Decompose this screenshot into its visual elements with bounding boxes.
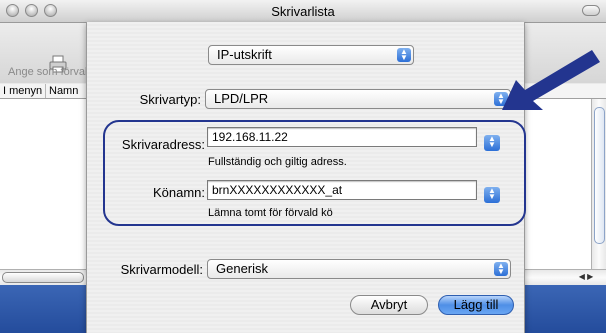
printer-model-popup[interactable]: Generisk ▲ ▼ [207,259,511,279]
title-bar: Skrivarlista [0,0,606,23]
connection-type-value: IP-utskrift [217,47,272,62]
stepper-icon: ▲ ▼ [397,48,411,62]
callout-arrow-icon [502,50,600,110]
printer-type-label: Skrivartyp: [139,92,201,107]
horizontal-scroll-thumb[interactable] [2,272,84,283]
add-button[interactable]: Lägg till [438,295,514,315]
window-title: Skrivarlista [271,4,335,19]
cancel-button[interactable]: Avbryt [350,295,428,315]
stepper-icon: ▲ ▼ [494,262,508,276]
connection-type-popup[interactable]: IP-utskrift ▲ ▼ [208,45,414,65]
column-header-name[interactable]: Namn [46,84,90,98]
scroll-arrow-buttons[interactable]: ◀ ▶ [566,269,606,284]
address-callout-outline [103,120,526,226]
printer-type-popup[interactable]: LPD/LPR ▲ ▼ [205,89,511,109]
printer-type-value: LPD/LPR [214,91,269,106]
vertical-scrollbar[interactable] [591,99,606,269]
toolbar-toggle-button[interactable] [582,5,600,16]
printer-model-value: Generisk [216,261,269,276]
printer-model-label: Skrivarmodell: [120,262,203,277]
vertical-scroll-thumb[interactable] [594,107,605,244]
column-header-in-menu[interactable]: I menyn [0,84,46,98]
default-printer-button-label[interactable]: Ange som förvald [8,66,94,78]
